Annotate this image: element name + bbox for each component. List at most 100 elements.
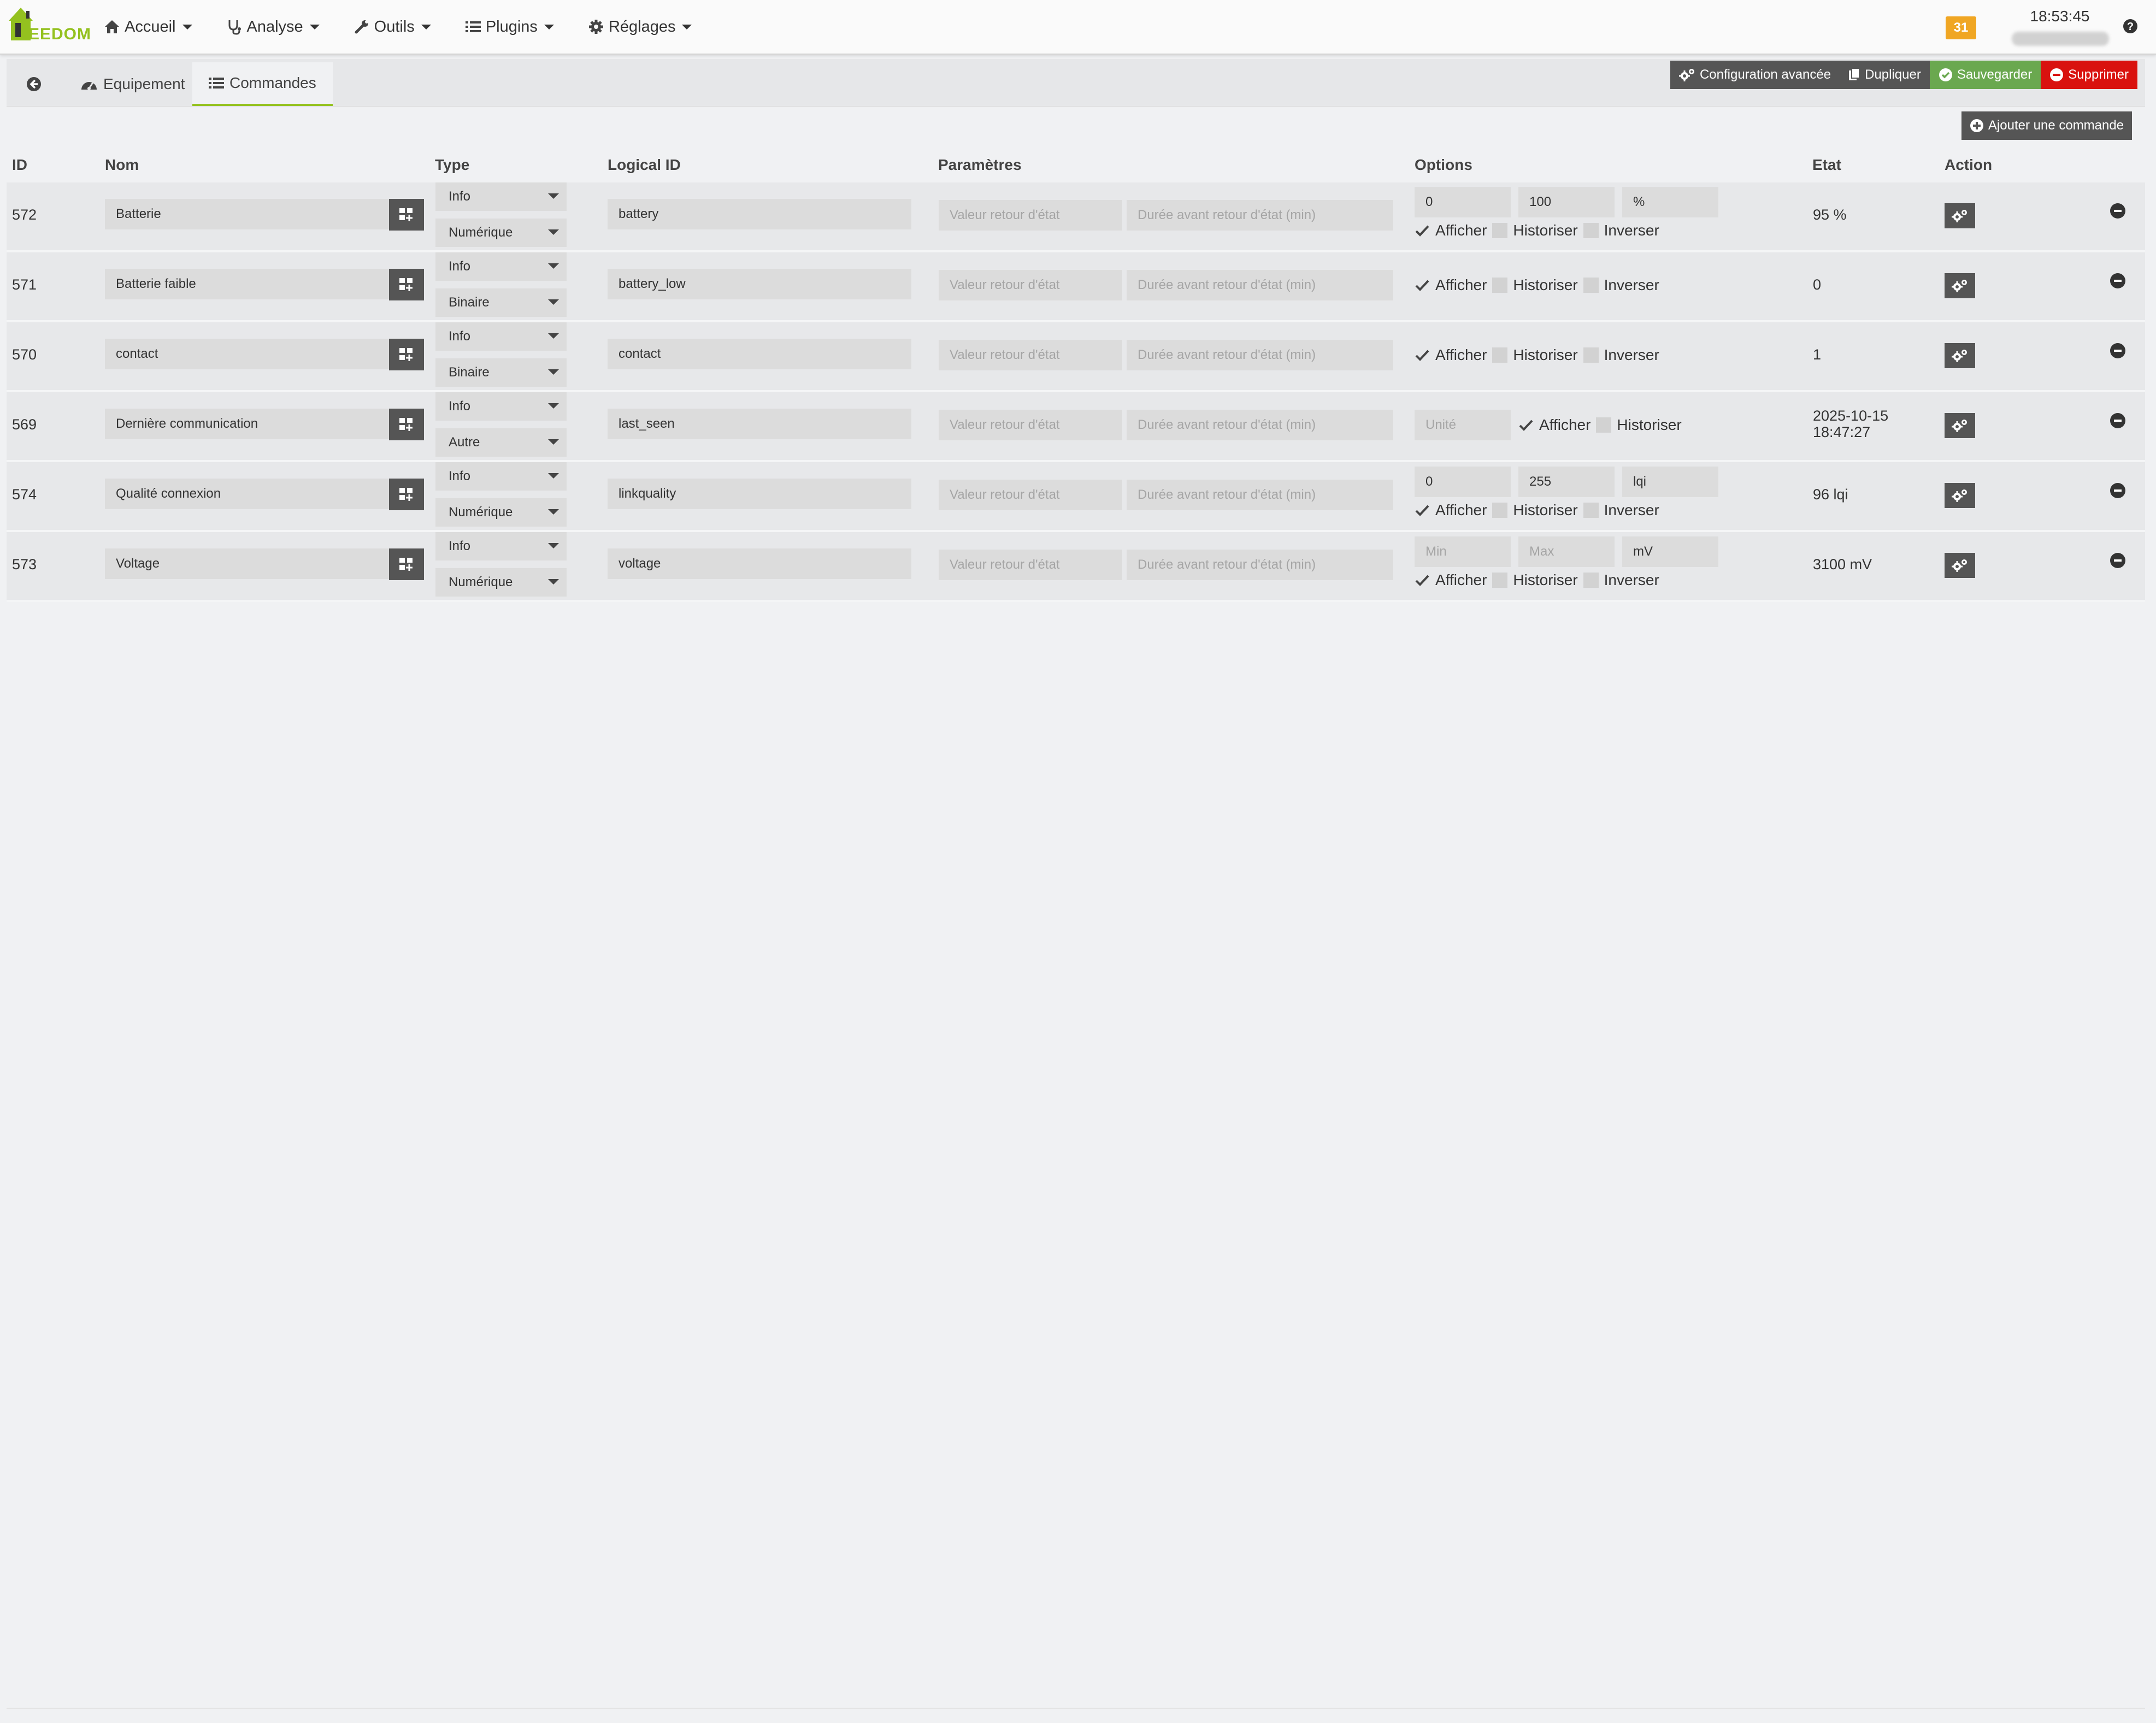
type-select[interactable]: Info xyxy=(435,532,567,560)
unit-input[interactable]: mV xyxy=(1622,536,1718,567)
type-select[interactable]: Info xyxy=(435,182,567,211)
logical-id-input[interactable]: last_seen xyxy=(608,409,911,439)
return-value-input[interactable]: Valeur retour d'état xyxy=(939,200,1122,231)
subtype-select[interactable]: Numérique xyxy=(435,498,567,527)
add-command-button[interactable]: Ajouter une commande xyxy=(1961,111,2132,140)
cmd-config-button[interactable] xyxy=(1945,343,1975,368)
choose-icon-button[interactable] xyxy=(389,199,424,231)
min-input[interactable]: 0 xyxy=(1415,187,1511,217)
message-count-badge[interactable]: 31 xyxy=(1946,16,1976,39)
return-delay-input[interactable]: Durée avant retour d'état (min) xyxy=(1127,270,1393,300)
cmd-config-button[interactable] xyxy=(1945,413,1975,438)
unit-input[interactable]: lqi xyxy=(1622,467,1718,497)
remove-command-button[interactable] xyxy=(2110,413,2125,428)
remove-command-button[interactable] xyxy=(2110,203,2125,219)
return-delay-input[interactable]: Durée avant retour d'état (min) xyxy=(1127,480,1393,510)
tab-equipement[interactable]: Equipement xyxy=(69,62,196,106)
menu-outils[interactable]: Outils xyxy=(354,18,431,36)
subtype-select[interactable]: Numérique xyxy=(435,568,567,597)
historiser-checkbox[interactable]: Historiser xyxy=(1492,346,1578,364)
max-input[interactable]: 100 xyxy=(1518,187,1615,217)
cmd-name-input[interactable]: contact xyxy=(105,339,396,369)
inverser-checkbox[interactable]: Inverser xyxy=(1583,346,1659,364)
cmd-config-button[interactable] xyxy=(1945,203,1975,228)
inverser-checkbox[interactable]: Inverser xyxy=(1583,276,1659,294)
subtype-select[interactable]: Numérique xyxy=(435,219,567,247)
max-input[interactable]: Max xyxy=(1518,536,1615,567)
subtype-select[interactable]: Binaire xyxy=(435,288,567,317)
unit-input[interactable]: Unité xyxy=(1415,410,1511,440)
min-input[interactable]: 0 xyxy=(1415,467,1511,497)
unit-input[interactable]: % xyxy=(1622,187,1718,217)
return-value-input[interactable]: Valeur retour d'état xyxy=(939,480,1122,510)
remove-command-button[interactable] xyxy=(2110,343,2125,358)
jeedom-logo[interactable]: EEDOM xyxy=(7,4,91,48)
min-input[interactable]: Min xyxy=(1415,536,1511,567)
menu-accueil[interactable]: Accueil xyxy=(104,18,192,36)
duplicate-button[interactable]: Dupliquer xyxy=(1840,61,1930,89)
cmd-name-input[interactable]: Qualité connexion xyxy=(105,479,396,509)
logical-id-input[interactable]: linkquality xyxy=(608,479,911,509)
afficher-checkbox[interactable]: Afficher xyxy=(1415,222,1487,239)
historiser-checkbox[interactable]: Historiser xyxy=(1492,276,1578,294)
choose-icon-button[interactable] xyxy=(389,339,424,370)
remove-command-button[interactable] xyxy=(2110,553,2125,568)
inverser-checkbox[interactable]: Inverser xyxy=(1583,501,1659,519)
choose-icon-button[interactable] xyxy=(389,409,424,440)
cmd-config-button[interactable] xyxy=(1945,553,1975,578)
historiser-checkbox[interactable]: Historiser xyxy=(1492,222,1578,239)
type-select[interactable]: Info xyxy=(435,252,567,281)
cmd-name-input[interactable]: Batterie faible xyxy=(105,269,396,299)
menu-analyse[interactable]: Analyse xyxy=(226,18,320,36)
menu-plugins[interactable]: Plugins xyxy=(465,18,554,36)
afficher-checkbox[interactable]: Afficher xyxy=(1415,346,1487,364)
return-delay-input[interactable]: Durée avant retour d'état (min) xyxy=(1127,550,1393,580)
logical-id-input[interactable]: voltage xyxy=(608,548,911,579)
remove-command-button[interactable] xyxy=(2110,483,2125,498)
historiser-checkbox[interactable]: Historiser xyxy=(1492,571,1578,589)
return-value-input[interactable]: Valeur retour d'état xyxy=(939,550,1122,580)
logical-id-input[interactable]: battery_low xyxy=(608,269,911,299)
cmd-name-input[interactable]: Dernière communication xyxy=(105,409,396,439)
return-delay-input[interactable]: Durée avant retour d'état (min) xyxy=(1127,340,1393,370)
inverser-checkbox[interactable]: Inverser xyxy=(1583,571,1659,589)
afficher-checkbox[interactable]: Afficher xyxy=(1518,416,1591,434)
advanced-config-button[interactable]: Configuration avancée xyxy=(1670,61,1840,89)
type-select[interactable]: Info xyxy=(435,462,567,491)
type-select[interactable]: Info xyxy=(435,392,567,421)
logical-id-input[interactable]: battery xyxy=(608,199,911,229)
max-input[interactable]: 255 xyxy=(1518,467,1615,497)
back-button[interactable] xyxy=(17,62,56,106)
tachometer-icon xyxy=(80,76,98,92)
cmd-config-button[interactable] xyxy=(1945,273,1975,298)
return-value-input[interactable]: Valeur retour d'état xyxy=(939,270,1122,300)
menu-analyse-label: Analyse xyxy=(246,17,303,36)
header-etat: Etat xyxy=(1812,156,1841,173)
return-delay-input[interactable]: Durée avant retour d'état (min) xyxy=(1127,410,1393,440)
logical-id-input[interactable]: contact xyxy=(608,339,911,369)
menu-reglages[interactable]: Réglages xyxy=(588,18,692,36)
afficher-checkbox[interactable]: Afficher xyxy=(1415,571,1487,589)
help-icon[interactable]: ? xyxy=(2122,18,2139,34)
save-button[interactable]: Sauvegarder xyxy=(1929,61,2041,89)
inverser-checkbox[interactable]: Inverser xyxy=(1583,222,1659,239)
delete-button[interactable]: Supprimer xyxy=(2041,61,2137,89)
choose-icon-button[interactable] xyxy=(389,548,424,580)
return-value-input[interactable]: Valeur retour d'état xyxy=(939,340,1122,370)
historiser-checkbox[interactable]: Historiser xyxy=(1596,416,1682,434)
subtype-select[interactable]: Autre xyxy=(435,428,567,457)
return-delay-input[interactable]: Durée avant retour d'état (min) xyxy=(1127,200,1393,231)
choose-icon-button[interactable] xyxy=(389,479,424,510)
remove-command-button[interactable] xyxy=(2110,273,2125,288)
historiser-checkbox[interactable]: Historiser xyxy=(1492,501,1578,519)
subtype-select[interactable]: Binaire xyxy=(435,358,567,387)
cmd-name-input[interactable]: Voltage xyxy=(105,548,396,579)
afficher-checkbox[interactable]: Afficher xyxy=(1415,276,1487,294)
afficher-checkbox[interactable]: Afficher xyxy=(1415,501,1487,519)
tab-commandes[interactable]: Commandes xyxy=(192,62,333,106)
return-value-input[interactable]: Valeur retour d'état xyxy=(939,410,1122,440)
choose-icon-button[interactable] xyxy=(389,269,424,300)
cmd-name-input[interactable]: Batterie xyxy=(105,199,396,229)
cmd-config-button[interactable] xyxy=(1945,483,1975,508)
type-select[interactable]: Info xyxy=(435,322,567,351)
